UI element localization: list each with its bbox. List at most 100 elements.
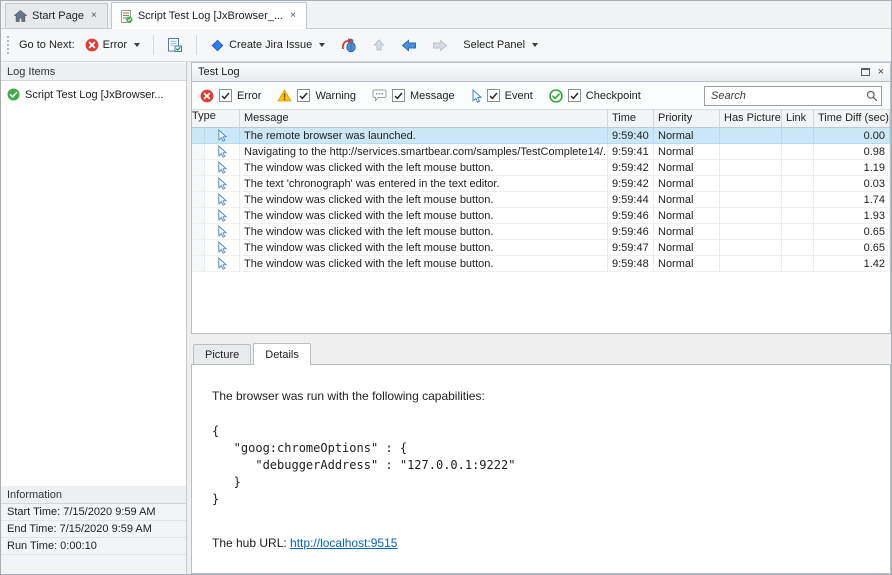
- close-icon[interactable]: ×: [89, 10, 99, 22]
- horizontal-splitter[interactable]: [191, 334, 891, 342]
- log-message-cell: The window was clicked with the left mou…: [240, 160, 608, 176]
- bug-tracker-icon: [340, 37, 357, 53]
- toolbar: Go to Next: Error: [1, 29, 891, 62]
- filter-warning: Warning: [277, 89, 356, 102]
- chevron-down-icon: [319, 43, 325, 47]
- log-time-diff-cell: 1.74: [814, 192, 890, 208]
- select-panel-label: Select Panel: [463, 39, 525, 51]
- event-icon: [205, 145, 239, 158]
- tree-item-script-test-log[interactable]: Script Test Log [JxBrowser...: [5, 87, 182, 102]
- search-box: [704, 86, 882, 106]
- log-has-picture-cell: [720, 160, 782, 176]
- go-up-button[interactable]: [367, 35, 391, 55]
- log-time-diff-cell: 1.93: [814, 208, 890, 224]
- app-window: Start Page × Script Test Log [JxBrowser_…: [0, 0, 892, 575]
- message-checkbox[interactable]: [392, 89, 405, 102]
- log-table-row[interactable]: The window was clicked with the left mou…: [192, 160, 890, 176]
- hub-url-label: The hub URL:: [212, 536, 290, 550]
- search-input[interactable]: [704, 86, 882, 106]
- tab-start-page[interactable]: Start Page ×: [5, 3, 108, 28]
- column-header-priority[interactable]: Priority: [654, 110, 720, 128]
- test-log-titlebar: Test Log ×: [191, 62, 891, 82]
- information-header: Information: [1, 485, 186, 504]
- log-table-row[interactable]: The window was clicked with the left mou…: [192, 208, 890, 224]
- log-type-cell: [192, 240, 240, 256]
- log-items-tree: Script Test Log [JxBrowser...: [1, 81, 186, 485]
- log-table-row[interactable]: The window was clicked with the left mou…: [192, 224, 890, 240]
- capabilities-code-block: { "goog:chromeOptions" : { "debuggerAddr…: [212, 423, 880, 508]
- chevron-down-icon: [134, 43, 140, 47]
- go-to-next-error-button[interactable]: Error: [80, 35, 145, 55]
- toolbar-grip: [7, 36, 11, 54]
- log-table-header: Type Message Time Priority Has Picture L…: [191, 110, 891, 128]
- create-jira-issue-button[interactable]: Create Jira Issue: [205, 35, 330, 56]
- select-panel-button[interactable]: Select Panel: [458, 36, 543, 54]
- filter-checkpoint: Checkpoint: [549, 89, 641, 103]
- log-priority-cell: Normal: [654, 224, 720, 240]
- column-header-message[interactable]: Message: [240, 110, 608, 128]
- log-type-cell: [192, 224, 240, 240]
- row-gutter: [192, 176, 205, 191]
- log-time-cell: 9:59:42: [608, 160, 654, 176]
- log-priority-cell: Normal: [654, 144, 720, 160]
- toolbar-separator: [153, 35, 154, 55]
- column-header-type[interactable]: Type: [192, 110, 240, 128]
- log-link-cell: [782, 224, 814, 240]
- log-table-row[interactable]: The text 'chronograph' was entered in th…: [192, 176, 890, 192]
- log-time-cell: 9:59:40: [608, 128, 654, 144]
- column-header-time-diff[interactable]: Time Diff (sec): [814, 110, 890, 128]
- tab-details[interactable]: Details: [253, 343, 311, 365]
- event-icon: [205, 257, 239, 270]
- report-button[interactable]: [162, 34, 188, 56]
- column-header-link[interactable]: Link: [782, 110, 814, 128]
- log-message-cell: Navigating to the http://services.smartb…: [240, 144, 608, 160]
- close-icon[interactable]: ×: [288, 10, 298, 22]
- log-table-row[interactable]: The window was clicked with the left mou…: [192, 256, 890, 272]
- column-header-has-picture[interactable]: Has Picture: [720, 110, 782, 128]
- float-panel-icon[interactable]: [861, 68, 870, 76]
- run-time-row: Run Time: 0:00:10: [1, 538, 186, 555]
- checkpoint-checkbox[interactable]: [568, 89, 581, 102]
- log-table-row[interactable]: Navigating to the http://services.smartb…: [192, 144, 890, 160]
- log-priority-cell: Normal: [654, 160, 720, 176]
- error-checkbox[interactable]: [219, 89, 232, 102]
- message-icon: [372, 89, 387, 102]
- row-gutter: [192, 160, 205, 175]
- tab-picture[interactable]: Picture: [193, 344, 251, 364]
- log-type-cell: [192, 176, 240, 192]
- error-button-label: Error: [103, 39, 127, 51]
- log-table-row[interactable]: The window was clicked with the left mou…: [192, 240, 890, 256]
- go-forward-button[interactable]: [427, 36, 453, 55]
- log-type-cell: [192, 256, 240, 272]
- panel-title: Test Log: [198, 66, 861, 78]
- tab-label: Script Test Log [JxBrowser_...: [138, 10, 283, 22]
- main-area: Log Items Script Test Log [JxBrowser... …: [1, 62, 891, 574]
- log-message-cell: The window was clicked with the left mou…: [240, 240, 608, 256]
- error-icon: [200, 89, 214, 103]
- log-link-cell: [782, 128, 814, 144]
- log-table-row[interactable]: The remote browser was launched. 9:59:40…: [192, 128, 890, 144]
- information-panel: Start Time: 7/15/2020 9:59 AM End Time: …: [1, 504, 186, 574]
- filter-label: Message: [410, 90, 455, 102]
- event-checkbox[interactable]: [487, 89, 500, 102]
- filter-bar: Error Warning Message: [191, 82, 891, 110]
- bug-tracker-button[interactable]: [335, 34, 362, 56]
- log-message-cell: The window was clicked with the left mou…: [240, 192, 608, 208]
- log-link-cell: [782, 176, 814, 192]
- chevron-down-icon: [532, 43, 538, 47]
- warning-icon: [277, 89, 292, 102]
- log-message-cell: The text 'chronograph' was entered in th…: [240, 176, 608, 192]
- hub-url-link[interactable]: http://localhost:9515: [290, 536, 397, 550]
- go-back-button[interactable]: [396, 36, 422, 55]
- log-message-cell: The window was clicked with the left mou…: [240, 256, 608, 272]
- tab-script-test-log[interactable]: Script Test Log [JxBrowser_... ×: [111, 2, 307, 29]
- report-icon: [167, 37, 183, 53]
- log-has-picture-cell: [720, 224, 782, 240]
- warning-checkbox[interactable]: [297, 89, 310, 102]
- column-header-time[interactable]: Time: [608, 110, 654, 128]
- left-arrow-icon: [401, 39, 417, 52]
- log-table-row[interactable]: The window was clicked with the left mou…: [192, 192, 890, 208]
- close-panel-icon[interactable]: ×: [878, 67, 884, 78]
- log-time-diff-cell: 0.00: [814, 128, 890, 144]
- log-message-cell: The window was clicked with the left mou…: [240, 208, 608, 224]
